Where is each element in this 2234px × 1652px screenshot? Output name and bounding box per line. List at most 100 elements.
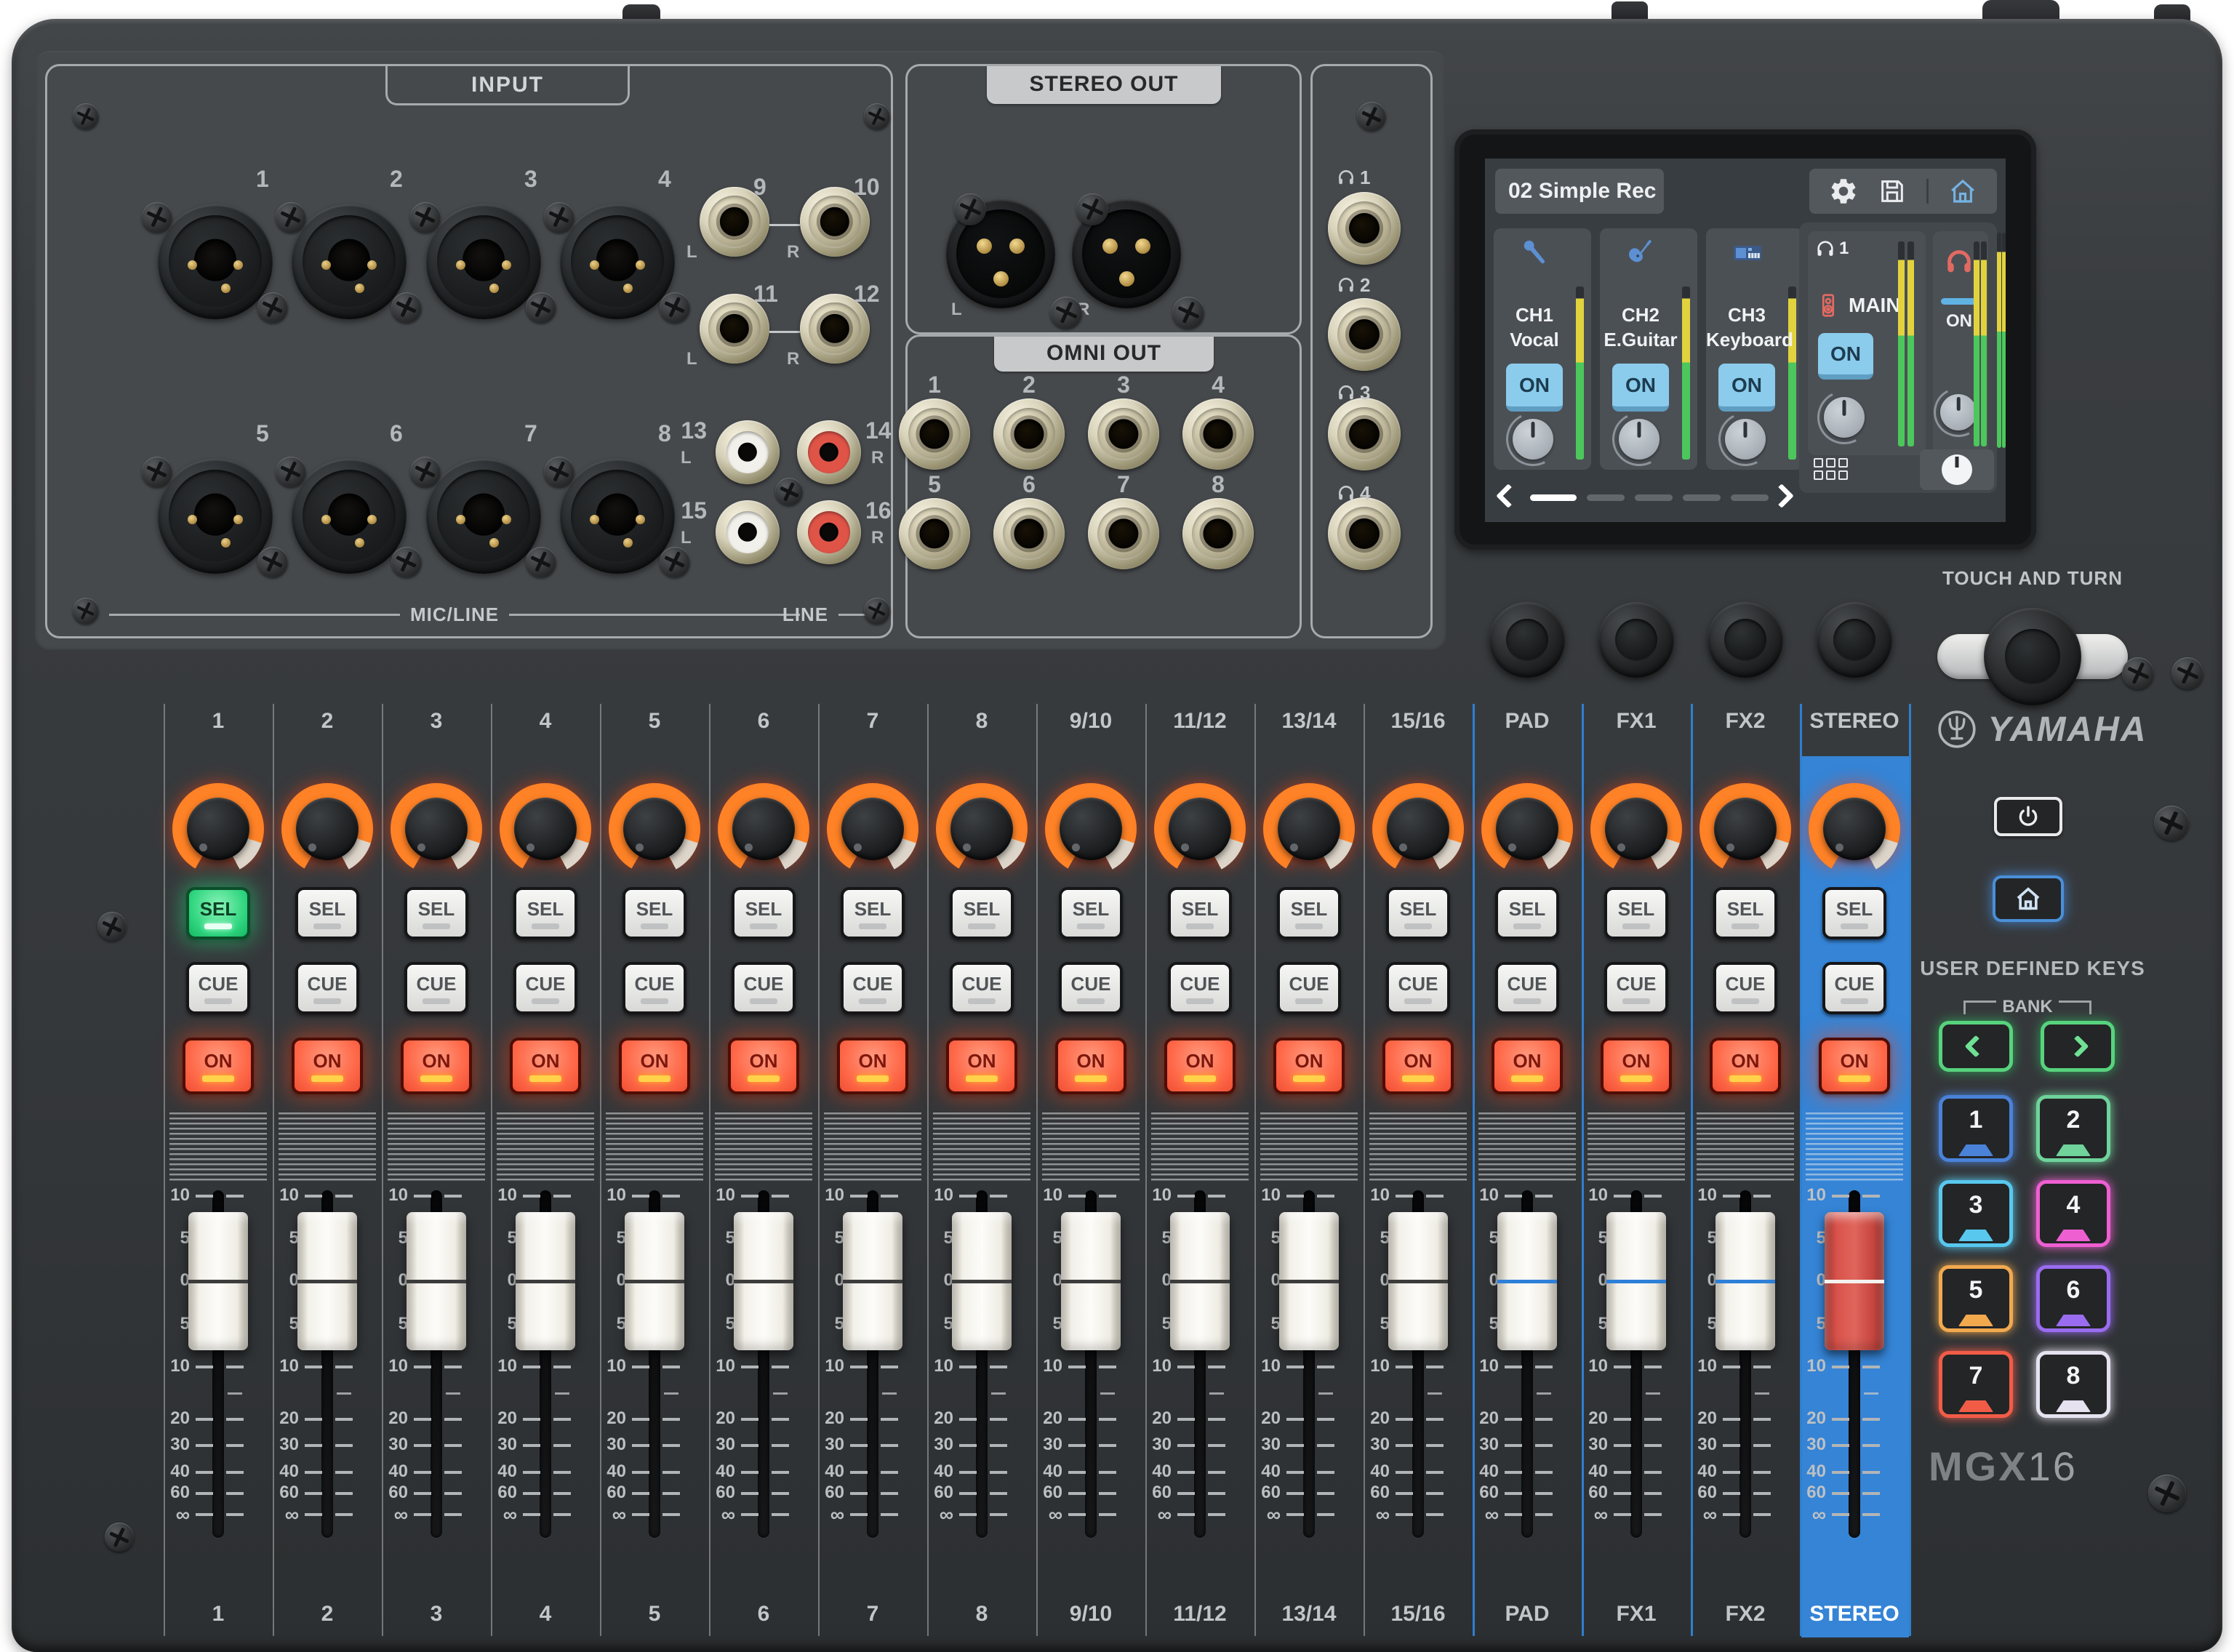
sel-button[interactable]: SEL xyxy=(1713,887,1777,939)
on-button[interactable]: ON xyxy=(1710,1038,1781,1094)
grid-view-icon[interactable] xyxy=(1814,458,1848,480)
on-button[interactable]: ON xyxy=(837,1038,908,1094)
user-key-5[interactable]: 5 xyxy=(1939,1265,2013,1332)
settings-icon[interactable] xyxy=(1828,176,1859,206)
cue-button[interactable]: CUE xyxy=(950,962,1014,1014)
fader-cap[interactable] xyxy=(516,1212,575,1350)
assign-knob-2[interactable] xyxy=(1598,602,1674,678)
screen-channel-card-ch3[interactable]: CH3KeyboardON xyxy=(1706,228,1803,470)
gain-knob[interactable] xyxy=(500,783,591,875)
scene-title[interactable]: 02 Simple Rec xyxy=(1495,169,1664,214)
home-button[interactable] xyxy=(1993,875,2064,922)
cue-button[interactable]: CUE xyxy=(1386,962,1450,1014)
gain-knob[interactable] xyxy=(718,783,809,875)
fader-cap[interactable] xyxy=(407,1212,466,1350)
gain-knob[interactable] xyxy=(936,783,1028,875)
user-key-4[interactable]: 4 xyxy=(2036,1180,2110,1247)
sel-button[interactable]: SEL xyxy=(841,887,905,939)
gain-knob[interactable] xyxy=(281,783,373,875)
sel-button[interactable]: SEL xyxy=(950,887,1014,939)
gain-knob[interactable] xyxy=(1372,783,1464,875)
cue-button[interactable]: CUE xyxy=(1059,962,1123,1014)
sel-button[interactable]: SEL xyxy=(295,887,359,939)
cue-button[interactable]: CUE xyxy=(732,962,796,1014)
on-button[interactable]: ON xyxy=(1601,1038,1672,1094)
user-key-7[interactable]: 7 xyxy=(1939,1351,2013,1418)
fader-cap[interactable] xyxy=(1606,1212,1666,1350)
cue-button[interactable]: CUE xyxy=(1277,962,1341,1014)
fader-cap[interactable] xyxy=(1279,1212,1339,1350)
screen-main-knob[interactable] xyxy=(1824,397,1865,438)
page-next-icon[interactable] xyxy=(1769,484,1794,508)
user-key-8[interactable]: 8 xyxy=(2036,1351,2110,1418)
fader-cap[interactable] xyxy=(297,1212,357,1350)
sel-button[interactable]: SEL xyxy=(1277,887,1341,939)
sel-button[interactable]: SEL xyxy=(1168,887,1232,939)
on-button[interactable]: ON xyxy=(292,1038,363,1094)
page-dash[interactable] xyxy=(1731,494,1769,501)
screen-channel-knob[interactable] xyxy=(1619,419,1660,460)
fader-cap[interactable] xyxy=(188,1212,248,1350)
fader-cap[interactable] xyxy=(1497,1212,1557,1350)
power-button[interactable] xyxy=(1994,797,2062,836)
page-dash[interactable] xyxy=(1635,494,1673,501)
user-key-6[interactable]: 6 xyxy=(2036,1265,2110,1332)
gain-knob[interactable] xyxy=(1809,783,1900,875)
on-button[interactable]: ON xyxy=(1055,1038,1126,1094)
cue-button[interactable]: CUE xyxy=(1713,962,1777,1014)
sel-button[interactable]: SEL xyxy=(1495,887,1559,939)
gain-knob[interactable] xyxy=(1481,783,1573,875)
gain-knob[interactable] xyxy=(1154,783,1246,875)
assign-knob-4[interactable] xyxy=(1817,602,1892,678)
page-dash[interactable] xyxy=(1683,494,1721,501)
fader-cap[interactable] xyxy=(734,1212,793,1350)
screen-channel-card-ch2[interactable]: CH2E.GuitarON xyxy=(1600,228,1697,470)
cue-button[interactable]: CUE xyxy=(1604,962,1668,1014)
sel-button[interactable]: SEL xyxy=(404,887,468,939)
sel-button[interactable]: SEL xyxy=(732,887,796,939)
screen-channel-on-button[interactable]: ON xyxy=(1506,364,1563,412)
cue-button[interactable]: CUE xyxy=(1495,962,1559,1014)
cue-button[interactable]: CUE xyxy=(841,962,905,1014)
screen-channel-knob[interactable] xyxy=(1725,419,1766,460)
bank-prev-button[interactable] xyxy=(1939,1021,2013,1072)
fader-cap[interactable] xyxy=(843,1212,902,1350)
cue-button[interactable]: CUE xyxy=(513,962,577,1014)
on-button[interactable]: ON xyxy=(1382,1038,1454,1094)
assign-knob-1[interactable] xyxy=(1489,602,1565,678)
on-button[interactable]: ON xyxy=(946,1038,1017,1094)
bank-next-button[interactable] xyxy=(2041,1021,2115,1072)
cue-button[interactable]: CUE xyxy=(1168,962,1232,1014)
gain-knob[interactable] xyxy=(1045,783,1137,875)
fader-cap[interactable] xyxy=(1170,1212,1230,1350)
fader-cap[interactable] xyxy=(625,1212,684,1350)
sel-button[interactable]: SEL xyxy=(513,887,577,939)
page-dash[interactable] xyxy=(1530,494,1577,501)
fader-cap[interactable] xyxy=(1388,1212,1448,1350)
touchscreen[interactable]: 02 Simple Rec CH1VocalONCH2E.GuitarONCH3… xyxy=(1485,159,2006,522)
fader-cap[interactable] xyxy=(952,1212,1012,1350)
gain-knob[interactable] xyxy=(827,783,918,875)
page-dash[interactable] xyxy=(1587,494,1625,501)
sel-button[interactable]: SEL xyxy=(1386,887,1450,939)
screen-channel-card-ch1[interactable]: CH1VocalON xyxy=(1494,228,1591,470)
on-button[interactable]: ON xyxy=(728,1038,799,1094)
on-button[interactable]: ON xyxy=(510,1038,581,1094)
save-icon[interactable] xyxy=(1878,177,1907,206)
on-button[interactable]: ON xyxy=(1492,1038,1563,1094)
fader-cap[interactable] xyxy=(1825,1212,1884,1350)
on-button[interactable]: ON xyxy=(401,1038,472,1094)
gain-knob[interactable] xyxy=(391,783,482,875)
touch-and-turn-knob[interactable] xyxy=(1984,608,2081,705)
sel-button[interactable]: SEL xyxy=(186,887,250,939)
user-key-1[interactable]: 1 xyxy=(1939,1095,2013,1162)
knob-mode-tile[interactable] xyxy=(1920,449,1994,490)
gain-knob[interactable] xyxy=(1263,783,1355,875)
user-key-3[interactable]: 3 xyxy=(1939,1180,2013,1247)
on-button[interactable]: ON xyxy=(1819,1038,1890,1094)
page-prev-icon[interactable] xyxy=(1496,484,1521,508)
screen-monitor-card[interactable]: ON xyxy=(1933,231,1988,455)
gain-knob[interactable] xyxy=(172,783,264,875)
gain-knob[interactable] xyxy=(1590,783,1682,875)
cue-button[interactable]: CUE xyxy=(295,962,359,1014)
